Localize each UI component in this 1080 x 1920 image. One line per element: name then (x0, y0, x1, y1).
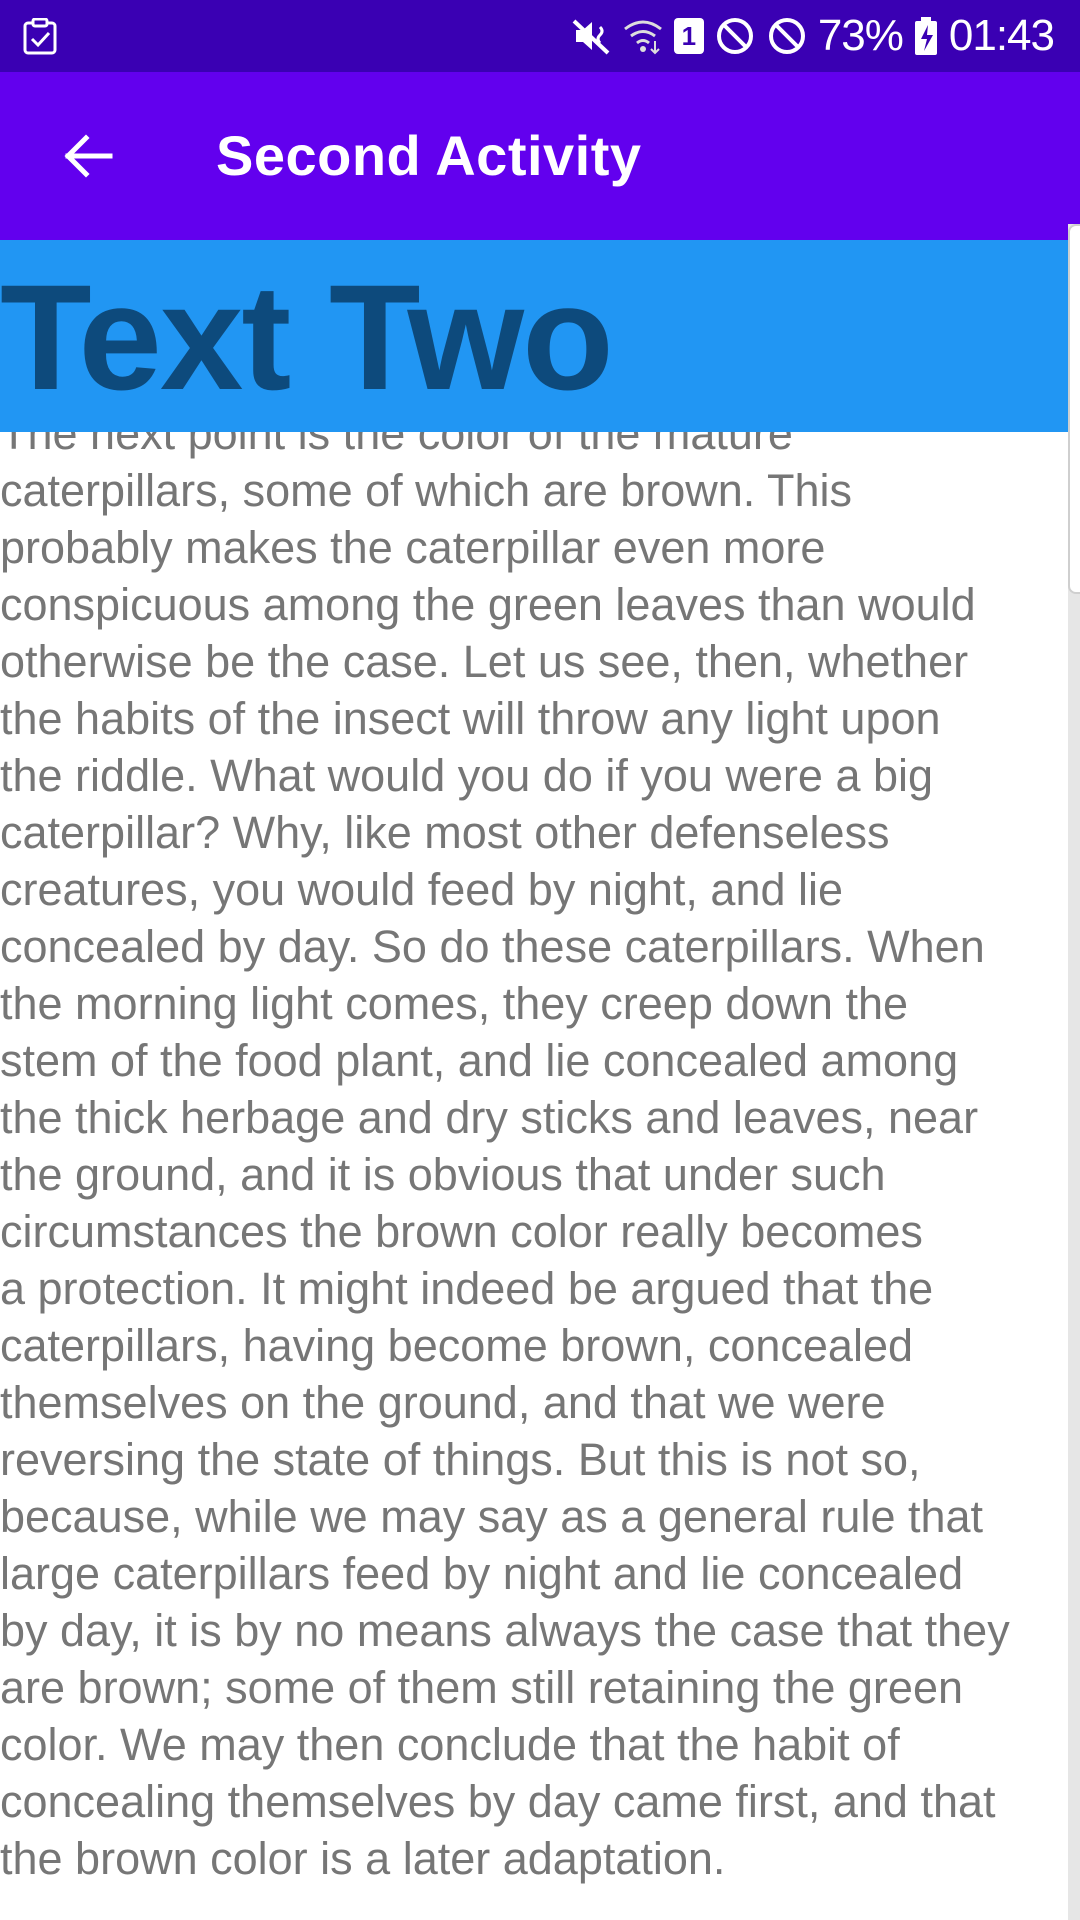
status-bar: 1 73% 01:43 (0, 0, 1080, 72)
heading-text: Text Two (0, 253, 614, 421)
mute-vibrate-icon (572, 19, 610, 55)
body-text: The next point is the color of the matur… (0, 432, 1010, 1884)
status-icons: 1 73% 01:43 (570, 0, 1055, 72)
app-bar: Second Activity (0, 72, 1080, 240)
scrollbar-thumb[interactable] (1068, 224, 1080, 594)
clock: 01:43 (948, 11, 1055, 60)
battery-charging-icon (914, 17, 937, 55)
no-entry-icon (768, 18, 805, 54)
wifi-icon (623, 20, 662, 55)
no-entry-icon (716, 18, 753, 54)
back-button[interactable] (48, 116, 128, 196)
arrow-left-icon (64, 134, 113, 178)
task-check-icon (23, 18, 57, 55)
sim-icon: 1 (673, 18, 704, 54)
battery-percent: 73% (817, 11, 904, 60)
content-scroll-view[interactable]: The next point is the color of the matur… (0, 432, 1068, 1920)
toolbar-title: Second Activity (216, 124, 642, 187)
header-band: Text Two (0, 240, 1068, 432)
